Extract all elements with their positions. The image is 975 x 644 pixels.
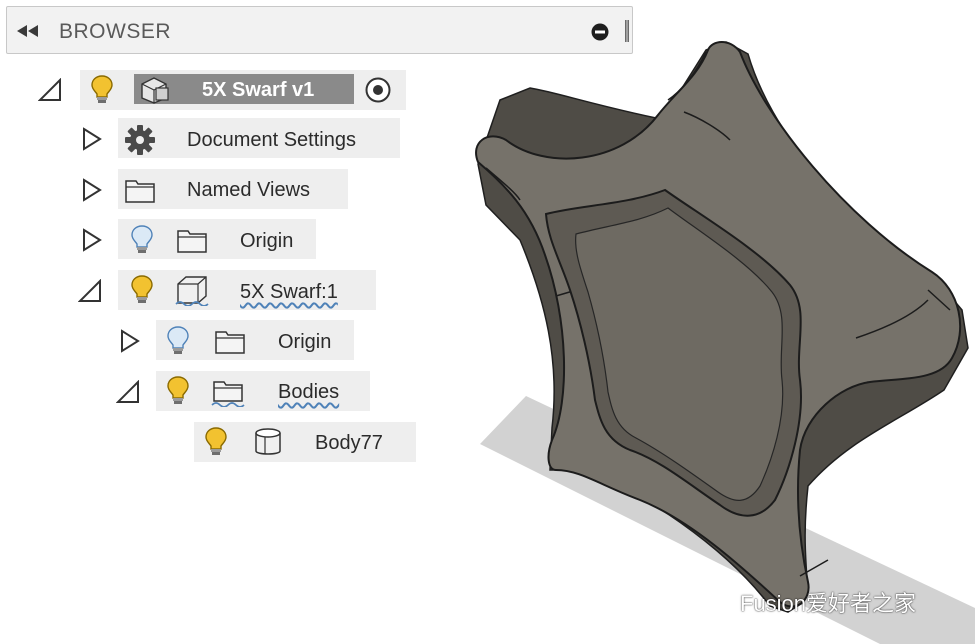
gear-icon bbox=[125, 125, 155, 155]
wechat-icon bbox=[700, 588, 733, 614]
component-icon bbox=[141, 77, 169, 104]
component-box-icon bbox=[175, 276, 209, 306]
bodies-label[interactable]: Bodies bbox=[278, 380, 339, 404]
expand-triangle-icon[interactable] bbox=[80, 228, 104, 252]
expand-triangle-icon[interactable] bbox=[118, 329, 142, 353]
collapse-triangle-icon[interactable] bbox=[78, 279, 102, 303]
origin-label[interactable]: Origin bbox=[240, 229, 293, 253]
expand-triangle-icon[interactable] bbox=[80, 178, 104, 202]
watermark: Fusion爱好者之家 bbox=[700, 584, 916, 620]
component-label[interactable]: 5X Swarf:1 bbox=[240, 280, 338, 304]
folder-icon bbox=[215, 331, 245, 354]
body-label[interactable]: Body77 bbox=[315, 431, 383, 455]
body-cylinder-icon bbox=[255, 428, 281, 455]
expand-triangle-icon[interactable] bbox=[80, 127, 104, 151]
lightbulb-on-icon[interactable] bbox=[204, 426, 228, 458]
browser-title: BROWSER bbox=[59, 20, 172, 43]
panel-pin-icon[interactable] bbox=[624, 20, 630, 42]
collapse-panel-icon[interactable] bbox=[17, 24, 41, 38]
collapse-triangle-icon[interactable] bbox=[38, 78, 62, 102]
fusion-workspace: BROWSER 5X Swarf v1 Document Settings Na… bbox=[0, 0, 975, 644]
lightbulb-on-icon[interactable] bbox=[90, 74, 114, 106]
component-origin-label[interactable]: Origin bbox=[278, 330, 331, 354]
activate-radio-icon[interactable] bbox=[364, 76, 392, 104]
collapse-triangle-icon[interactable] bbox=[116, 380, 140, 404]
folder-icon bbox=[211, 381, 245, 407]
named-views-label[interactable]: Named Views bbox=[187, 178, 310, 202]
lightbulb-on-icon[interactable] bbox=[166, 375, 190, 407]
document-settings-label[interactable]: Document Settings bbox=[187, 128, 356, 152]
browser-panel-header: BROWSER bbox=[6, 6, 633, 54]
folder-icon bbox=[125, 180, 155, 203]
lightbulb-on-icon[interactable] bbox=[130, 274, 154, 306]
watermark-text: Fusion爱好者之家 bbox=[740, 591, 917, 616]
lightbulb-off-icon[interactable] bbox=[130, 224, 154, 256]
lightbulb-off-icon[interactable] bbox=[166, 325, 190, 357]
folder-icon bbox=[177, 230, 207, 253]
root-document-label[interactable]: 5X Swarf v1 bbox=[202, 78, 314, 102]
minimize-icon[interactable] bbox=[591, 23, 609, 41]
